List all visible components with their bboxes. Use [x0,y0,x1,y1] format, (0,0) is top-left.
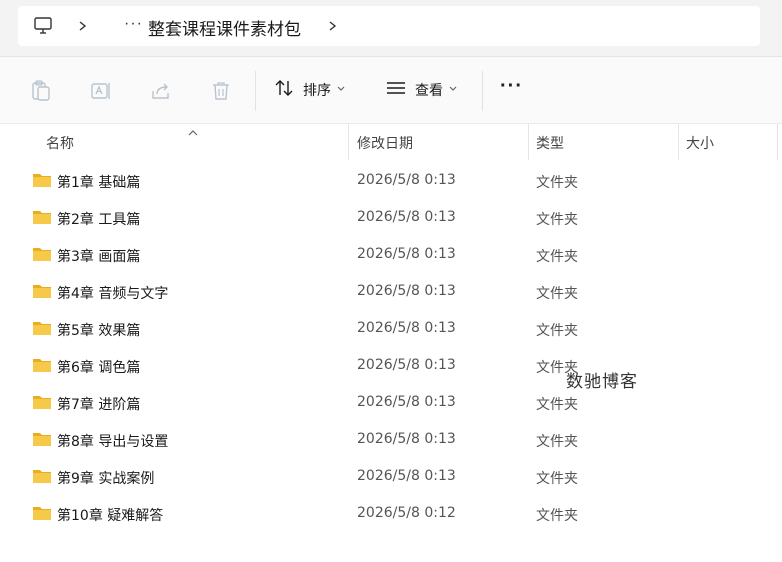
file-type: 文件夹 [536,212,578,228]
file-modified: 2026/5/8 0:13 [357,357,456,373]
watermark-text: 数驰博客 [566,372,638,392]
file-modified: 2026/5/8 0:13 [357,246,456,262]
command-bar: 排序 查看 ··· [0,57,782,124]
file-modified: 2026/5/8 0:12 [357,505,456,521]
column-header: 名称 修改日期 类型 大小 [0,124,782,160]
share-icon[interactable] [149,79,173,103]
sort-ascending-icon [187,124,199,136]
folder-icon [32,468,52,484]
chevron-down-icon [337,85,345,95]
view-button[interactable]: 查看 [385,75,457,105]
view-label: 查看 [415,83,443,99]
column-header-type[interactable]: 类型 [536,133,564,153]
folder-icon [32,283,52,299]
list-item[interactable]: 第6章 调色篇 2026/5/8 0:13 文件夹 [0,347,782,384]
column-divider[interactable] [348,124,349,160]
list-item[interactable]: 第4章 音频与文字 2026/5/8 0:13 文件夹 [0,273,782,310]
column-divider[interactable] [777,124,778,160]
toolbar-separator [482,71,483,111]
file-type: 文件夹 [536,323,578,339]
file-list: 第1章 基础篇 2026/5/8 0:13 文件夹 第2章 工具篇 2026/5… [0,162,782,532]
folder-icon [32,357,52,373]
folder-icon [32,209,52,225]
list-item[interactable]: 第8章 导出与设置 2026/5/8 0:13 文件夹 [0,421,782,458]
column-divider[interactable] [678,124,679,160]
file-modified: 2026/5/8 0:13 [357,172,456,188]
delete-icon[interactable] [209,79,233,103]
file-name: 第9章 实战案例 [57,471,155,487]
file-type: 文件夹 [536,397,578,413]
breadcrumb-more-button[interactable]: ··· [124,15,143,33]
chevron-down-icon [449,85,457,95]
file-name: 第1章 基础篇 [57,175,141,191]
file-modified: 2026/5/8 0:13 [357,431,456,447]
list-item[interactable]: 第9章 实战案例 2026/5/8 0:13 文件夹 [0,458,782,495]
column-divider[interactable] [528,124,529,160]
file-modified: 2026/5/8 0:13 [357,320,456,336]
list-item[interactable]: 第5章 效果篇 2026/5/8 0:13 文件夹 [0,310,782,347]
file-name: 第10章 疑难解答 [57,508,164,524]
folder-icon [32,320,52,336]
more-options-button[interactable]: ··· [500,76,523,96]
paste-icon[interactable] [29,79,53,103]
file-name: 第3章 画面篇 [57,249,141,265]
list-item[interactable]: 第10章 疑难解答 2026/5/8 0:12 文件夹 [0,495,782,532]
this-pc-icon[interactable] [33,16,53,36]
column-header-size[interactable]: 大小 [686,133,714,153]
file-type: 文件夹 [536,249,578,265]
folder-icon [32,394,52,410]
title-bar: ··· 整套课程课件素材包 [0,0,782,56]
file-type: 文件夹 [536,508,578,524]
list-item[interactable]: 第3章 画面篇 2026/5/8 0:13 文件夹 [0,236,782,273]
breadcrumb-chevron-icon[interactable] [78,16,88,36]
breadcrumb-current-folder[interactable]: 整套课程课件素材包 [148,15,301,40]
file-modified: 2026/5/8 0:13 [357,468,456,484]
file-type: 文件夹 [536,471,578,487]
file-modified: 2026/5/8 0:13 [357,209,456,225]
toolbar-separator [255,71,256,111]
sort-label: 排序 [303,83,331,99]
sort-icon [273,77,295,103]
folder-icon [32,172,52,188]
breadcrumb-chevron-icon[interactable] [328,16,338,36]
column-header-modified[interactable]: 修改日期 [357,133,413,153]
file-type: 文件夹 [536,434,578,450]
list-item[interactable]: 第1章 基础篇 2026/5/8 0:13 文件夹 [0,162,782,199]
folder-icon [32,246,52,262]
file-type: 文件夹 [536,286,578,302]
folder-icon [32,431,52,447]
view-icon [385,77,407,103]
rename-icon[interactable] [89,79,113,103]
file-name: 第8章 导出与设置 [57,434,169,450]
file-modified: 2026/5/8 0:13 [357,394,456,410]
file-modified: 2026/5/8 0:13 [357,283,456,299]
list-item[interactable]: 第7章 进阶篇 2026/5/8 0:13 文件夹 [0,384,782,421]
column-header-name[interactable]: 名称 [46,133,74,153]
file-name: 第5章 效果篇 [57,323,141,339]
address-bar[interactable]: ··· 整套课程课件素材包 [18,6,760,46]
file-name: 第7章 进阶篇 [57,397,141,413]
file-name: 第2章 工具篇 [57,212,141,228]
folder-icon [32,505,52,521]
file-name: 第6章 调色篇 [57,360,141,376]
sort-button[interactable]: 排序 [273,75,345,105]
file-type: 文件夹 [536,175,578,191]
file-name: 第4章 音频与文字 [57,286,169,302]
list-item[interactable]: 第2章 工具篇 2026/5/8 0:13 文件夹 [0,199,782,236]
